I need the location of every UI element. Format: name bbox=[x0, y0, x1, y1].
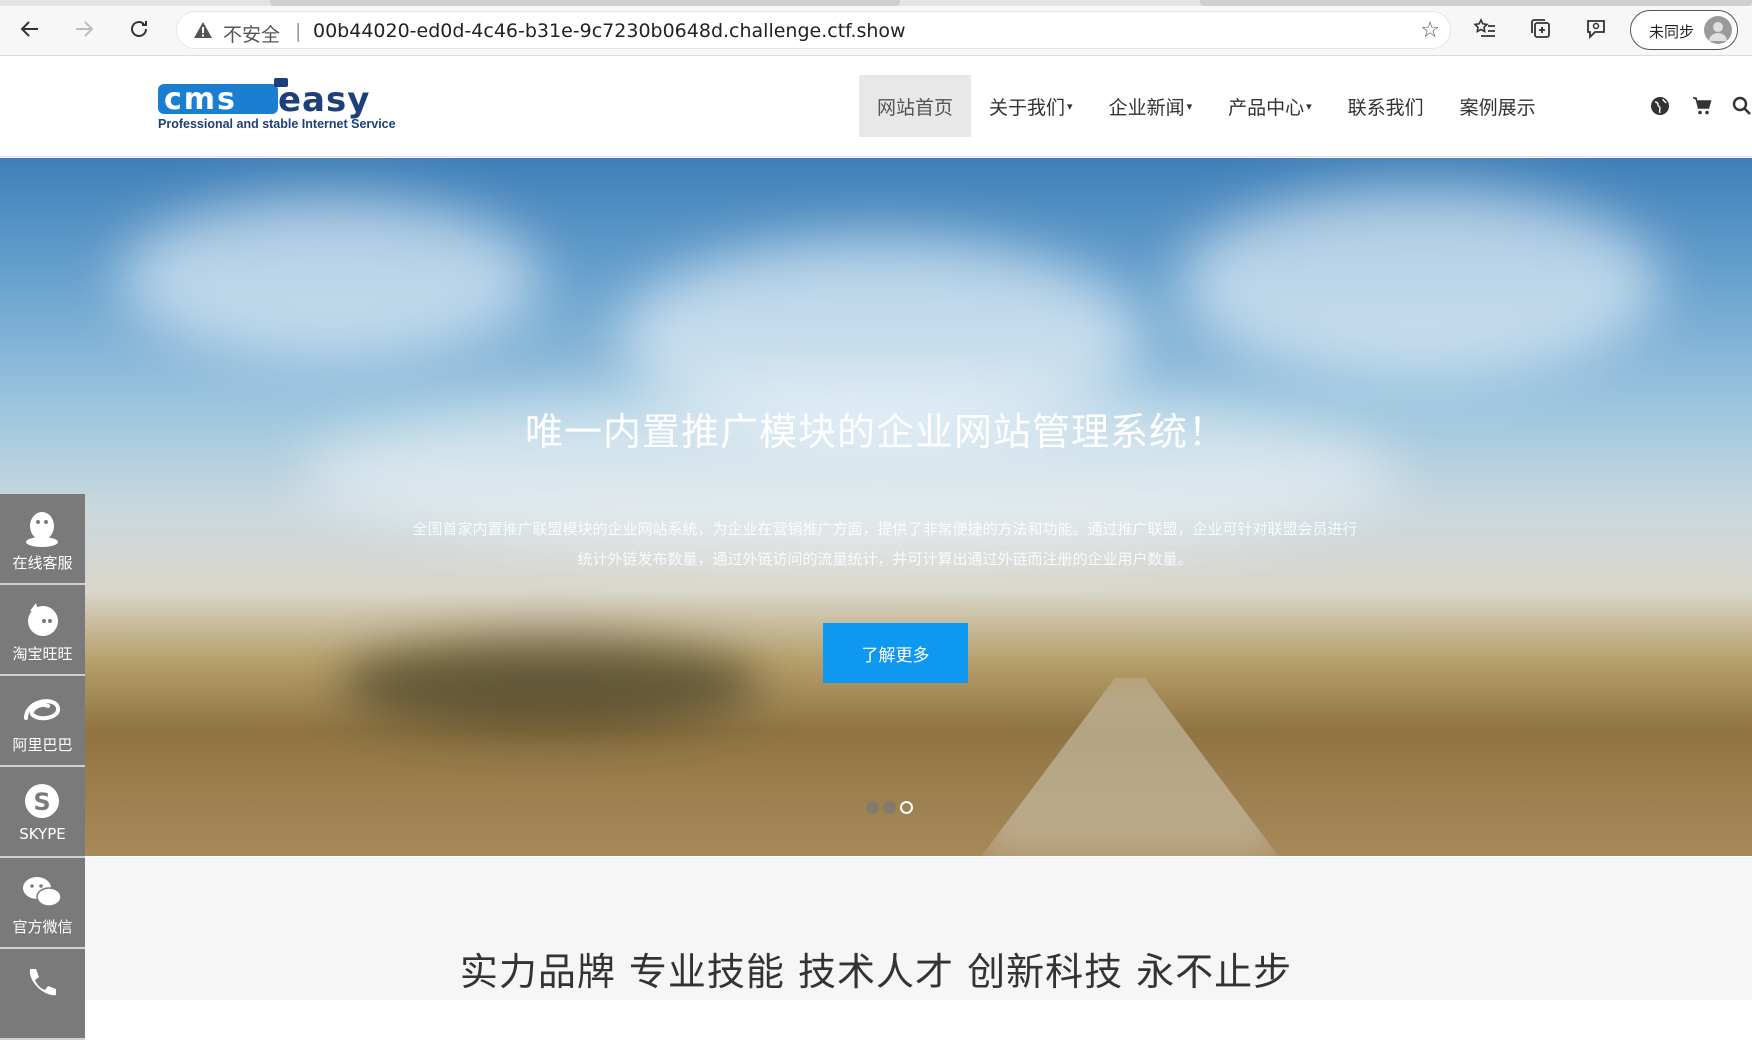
brand-section: 实力品牌 专业技能 技术人才 创新科技 永不止步 bbox=[0, 857, 1752, 1000]
tab-strip bbox=[0, 0, 1752, 6]
nav-item[interactable]: 网站首页 bbox=[859, 75, 972, 137]
hero-background-cloud bbox=[120, 198, 540, 358]
forward-button[interactable] bbox=[68, 13, 100, 45]
slider-pagination bbox=[866, 801, 913, 814]
nav-item-label: 联系我们 bbox=[1347, 96, 1424, 119]
nav-item-label: 关于我们 bbox=[989, 96, 1066, 119]
browser-toolbar: 不安全 | 00b44020-ed0d-4c46-b31e-9c7230b064… bbox=[0, 0, 1752, 56]
tab[interactable] bbox=[270, 0, 900, 6]
cmseasy-logo[interactable]: cms easy Professional and stable Interne… bbox=[156, 74, 424, 134]
cart-button[interactable] bbox=[1690, 94, 1714, 118]
sidebar-item-label: 阿里巴巴 bbox=[12, 736, 73, 754]
profile-sync-button[interactable]: 未同步 bbox=[1630, 10, 1738, 50]
hero-background-cloud bbox=[1180, 188, 1660, 378]
nav-item-label: 产品中心 bbox=[1228, 96, 1305, 119]
sidebar-item-phone[interactable] bbox=[0, 949, 85, 1040]
sidebar-item-online-service[interactable]: 在线客服 bbox=[0, 494, 85, 585]
warning-icon bbox=[194, 22, 212, 38]
favorites-list-icon bbox=[1473, 18, 1495, 37]
sidebar-item-label: SKYPE bbox=[19, 825, 66, 843]
cart-icon bbox=[1693, 97, 1712, 115]
arrow-left-icon bbox=[20, 21, 38, 37]
hero-title: 唯一内置推广模块的企业网站管理系统！ bbox=[524, 410, 1227, 454]
sync-label: 未同步 bbox=[1649, 23, 1695, 41]
collections-icon bbox=[1531, 19, 1550, 38]
reload-button[interactable] bbox=[123, 13, 155, 45]
hero-description: 全国首家内置推广联盟模块的企业网站系统，为企业在营销推广方面，提供了非常便捷的方… bbox=[412, 520, 1358, 568]
sidebar-item-label: 淘宝旺旺 bbox=[12, 645, 73, 663]
search-button[interactable] bbox=[1730, 94, 1752, 118]
hero-slider: 唯一内置推广模块的企业网站管理系统！ 全国首家内置推广联盟模块的企业网站系统，为… bbox=[0, 158, 1752, 856]
feedback-button[interactable] bbox=[1581, 14, 1611, 44]
search-icon bbox=[1732, 96, 1751, 115]
insecure-label[interactable]: 不安全 bbox=[223, 20, 280, 47]
arrow-right-icon bbox=[76, 21, 94, 37]
main-nav: 网站首页 关于我们 ▾ 企业新闻 ▾ 产品中心 ▾ 联系我们 案例展示 bbox=[859, 75, 1554, 137]
hero-background-road bbox=[980, 678, 1280, 856]
avatar bbox=[1704, 16, 1732, 44]
back-button[interactable] bbox=[14, 13, 46, 45]
phone-icon bbox=[29, 969, 56, 996]
alibaba-icon bbox=[24, 699, 60, 721]
favorite-star-icon[interactable]: ☆ bbox=[1420, 18, 1440, 43]
slider-dot[interactable] bbox=[883, 801, 896, 814]
sidebar-item-skype[interactable]: S SKYPE bbox=[0, 767, 85, 858]
logo-graphic: cms easy Professional and stable Interne… bbox=[158, 78, 396, 131]
wangwang-icon bbox=[28, 603, 58, 636]
nav-item-label: 网站首页 bbox=[877, 96, 954, 119]
user-icon bbox=[1709, 22, 1727, 41]
slider-dot-active[interactable] bbox=[900, 801, 913, 814]
url-text[interactable]: 00b44020-ed0d-4c46-b31e-9c7230b0648d.cha… bbox=[313, 20, 906, 42]
feedback-icon bbox=[1587, 20, 1605, 40]
slider-dot[interactable] bbox=[866, 801, 879, 814]
wechat-icon bbox=[23, 877, 62, 907]
nav-item[interactable]: 案例展示 bbox=[1442, 75, 1554, 137]
favorites-button[interactable] bbox=[1470, 14, 1500, 44]
nav-item[interactable]: 企业新闻 ▾ bbox=[1091, 75, 1211, 137]
sidebar-item-wangwang[interactable]: 淘宝旺旺 bbox=[0, 585, 85, 676]
tab[interactable] bbox=[1200, 0, 1752, 6]
nav-item[interactable]: 产品中心 ▾ bbox=[1210, 75, 1330, 137]
caret-down-icon: ▾ bbox=[1186, 99, 1193, 113]
address-bar[interactable]: 不安全 | 00b44020-ed0d-4c46-b31e-9c7230b064… bbox=[176, 11, 1451, 49]
logo-tagline: Professional and stable Internet Service bbox=[158, 117, 396, 131]
svg-text:easy: easy bbox=[278, 80, 370, 120]
reload-icon bbox=[131, 21, 147, 37]
skype-icon: S bbox=[25, 784, 59, 818]
nav-item-label: 案例展示 bbox=[1459, 96, 1536, 119]
sidebar-item-wechat[interactable]: 官方微信 bbox=[0, 858, 85, 949]
collections-button[interactable] bbox=[1526, 14, 1556, 44]
site-header: cms easy Professional and stable Interne… bbox=[0, 56, 1752, 157]
caret-down-icon: ▾ bbox=[1306, 99, 1312, 113]
sidebar-item-alibaba[interactable]: 阿里巴巴 bbox=[0, 676, 85, 767]
language-button[interactable] bbox=[1648, 94, 1672, 118]
section-slogan: 实力品牌 专业技能 技术人才 创新科技 永不止步 bbox=[459, 950, 1293, 994]
qq-icon bbox=[26, 512, 58, 547]
sidebar-item-label: 在线客服 bbox=[12, 554, 73, 572]
svg-text:S: S bbox=[33, 788, 50, 816]
sidebar-item-label: 官方微信 bbox=[12, 918, 73, 936]
nav-item[interactable]: 联系我们 bbox=[1330, 75, 1442, 137]
nav-item[interactable]: 关于我们 ▾ bbox=[971, 75, 1091, 137]
address-separator: | bbox=[295, 20, 302, 42]
nav-item-label: 企业新闻 bbox=[1108, 96, 1185, 119]
hero-background-trees bbox=[340, 638, 760, 728]
caret-down-icon: ▾ bbox=[1067, 99, 1073, 113]
globe-icon bbox=[1651, 97, 1669, 115]
contact-sidebar: 在线客服 淘宝旺旺 阿里巴巴 S SKYPE 官方微信 bbox=[0, 494, 85, 1040]
svg-text:cms: cms bbox=[164, 82, 237, 117]
learn-more-button[interactable]: 了解更多 bbox=[823, 623, 968, 683]
